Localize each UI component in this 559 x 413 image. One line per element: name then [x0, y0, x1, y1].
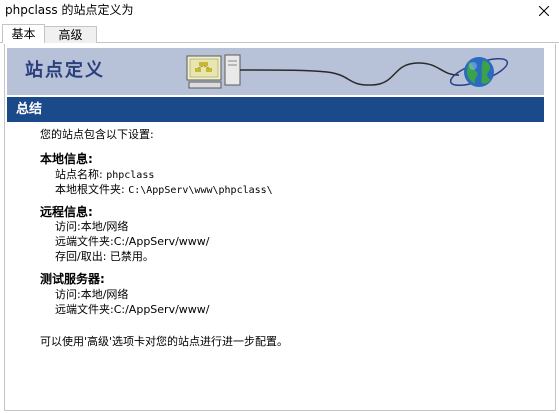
tab-advanced[interactable]: 高级	[45, 26, 97, 43]
close-button[interactable]	[529, 0, 559, 22]
summary-intro: 您的站点包含以下设置:	[40, 128, 154, 141]
banner: 站点定义	[7, 48, 544, 95]
advanced-hint: 可以使用'高级'选项卡对您的站点进行进一步配置。	[40, 335, 289, 348]
site-definition-window: phpclass 的站点定义为 基本 高级 站点定义 总结 您的站点包含以下设置…	[0, 0, 559, 413]
testing-folder-value: C:/AppServ/www/	[113, 303, 210, 316]
remote-folder-row: 远端文件夹:C:/AppServ/www/	[55, 235, 210, 248]
testing-folder-label: 远端文件夹:	[55, 303, 114, 316]
banner-title: 站点定义	[25, 60, 105, 81]
globe-icon	[449, 57, 509, 87]
section-header-bar: 总结	[7, 97, 544, 122]
remote-access: 访问:本地/网络	[55, 220, 129, 233]
close-icon	[539, 6, 549, 16]
testing-folder-row: 远端文件夹:C:/AppServ/www/	[55, 303, 210, 316]
tab-basic[interactable]: 基本	[2, 24, 45, 43]
site-name-value: phpclass	[106, 170, 155, 181]
root-folder-label: 本地根文件夹:	[55, 183, 129, 196]
title-bar: phpclass 的站点定义为	[0, 0, 559, 22]
testing-access: 访问:本地/网络	[55, 288, 129, 301]
root-folder-value: C:\AppServ\www\phpclass\	[128, 185, 273, 196]
local-info-heading: 本地信息:	[40, 152, 93, 166]
remote-info-heading: 远程信息:	[40, 205, 93, 219]
site-name-label: 站点名称:	[55, 168, 107, 181]
computer-icon	[186, 54, 241, 89]
window-title: phpclass 的站点定义为	[5, 3, 134, 17]
remote-folder-label: 远端文件夹:	[55, 235, 114, 248]
banner-illustration	[186, 54, 509, 89]
remote-folder-value: C:/AppServ/www/	[113, 235, 210, 248]
checkin-status: 存回/取出: 已禁用。	[55, 250, 154, 263]
root-folder-row: 本地根文件夹: C:\AppServ\www\phpclass\	[55, 183, 273, 197]
section-title: 总结	[16, 102, 43, 117]
site-name-row: 站点名称: phpclass	[55, 168, 154, 182]
tab-strip: 基本 高级	[0, 22, 559, 44]
testing-server-heading: 测试服务器:	[40, 272, 105, 286]
